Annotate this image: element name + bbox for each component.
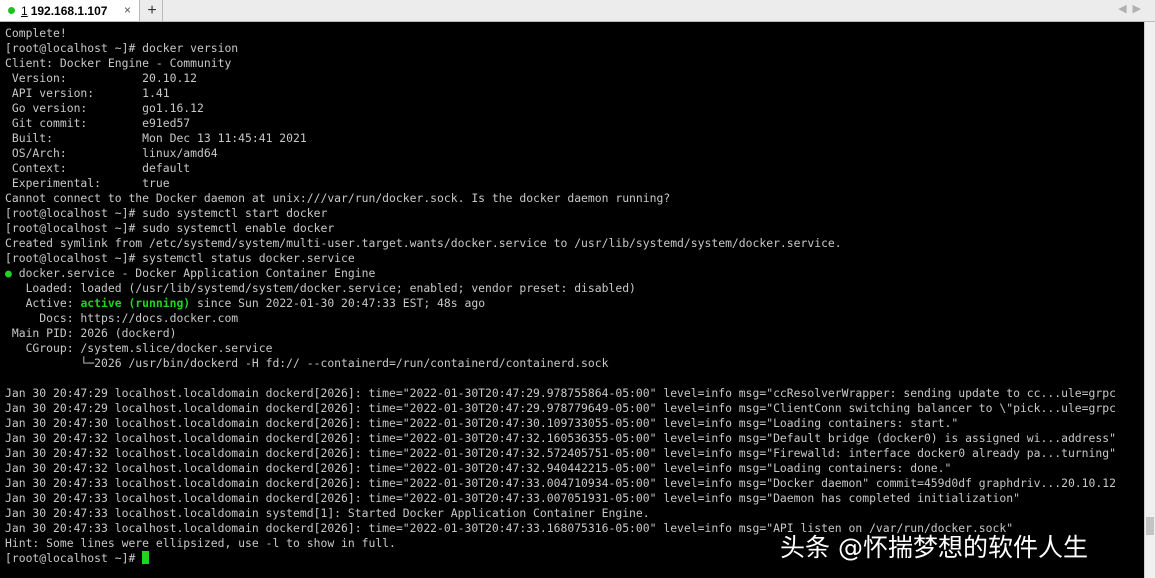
connected-status-icon bbox=[8, 7, 15, 14]
journal-log-line: Jan 30 20:47:33 localhost.localdomain do… bbox=[5, 491, 1020, 505]
terminal-scrollbar[interactable] bbox=[1144, 22, 1155, 578]
active-since: since Sun 2022-01-30 20:47:33 EST; 48s a… bbox=[190, 296, 486, 310]
journal-log-line: Jan 30 20:47:33 localhost.localdomain sy… bbox=[5, 506, 650, 520]
status-main-pid-line: Main PID: 2026 (dockerd) bbox=[5, 326, 177, 340]
journal-log-line: Jan 30 20:47:30 localhost.localdomain do… bbox=[5, 416, 959, 430]
scrollbar-thumb[interactable] bbox=[1146, 517, 1154, 535]
terminal-line: Built: Mon Dec 13 11:45:41 2021 bbox=[5, 131, 307, 145]
journal-log-line: Jan 30 20:47:32 localhost.localdomain do… bbox=[5, 431, 1116, 445]
status-service-line: ● docker.service - Docker Application Co… bbox=[5, 266, 1143, 281]
status-cgroup-line: CGroup: /system.slice/docker.service bbox=[5, 341, 273, 355]
tab-scroll-arrows[interactable]: ◀▶ bbox=[1118, 2, 1147, 15]
terminal-cursor bbox=[142, 551, 150, 564]
tab-session[interactable]: 1 192.168.1.107 × bbox=[0, 0, 140, 21]
new-tab-button[interactable]: + bbox=[142, 0, 163, 21]
service-name: docker.service - Docker Application Cont… bbox=[11, 266, 376, 280]
terminal-line: [root@localhost ~]# systemctl status doc… bbox=[5, 251, 355, 265]
terminal-line: Complete! bbox=[5, 26, 67, 40]
tab-title: 192.168.1.107 bbox=[30, 3, 108, 18]
terminal-line: Go version: go1.16.12 bbox=[5, 101, 204, 115]
terminal-line: [root@localhost ~]# docker version bbox=[5, 41, 239, 55]
terminal-line: API version: 1.41 bbox=[5, 86, 170, 100]
terminal-line: [root@localhost ~]# sudo systemctl start… bbox=[5, 206, 328, 220]
chevron-right-icon[interactable]: ▶ bbox=[1133, 3, 1147, 15]
terminal-line: Context: default bbox=[5, 161, 191, 175]
prompt-text: [root@localhost ~]# bbox=[5, 551, 143, 565]
status-loaded-line: Loaded: loaded (/usr/lib/systemd/system/… bbox=[5, 281, 636, 295]
terminal-line: OS/Arch: linux/amd64 bbox=[5, 146, 218, 160]
tab-bar: 1 192.168.1.107 × + ◀▶ bbox=[0, 0, 1155, 22]
status-active-line: Active: active (running) since Sun 2022-… bbox=[5, 296, 1143, 311]
watermark-text: 头条 @怀揣梦想的软件人生 bbox=[780, 533, 1088, 562]
active-state: active (running) bbox=[80, 296, 191, 310]
close-tab-icon[interactable]: × bbox=[124, 3, 131, 17]
terminal-line: Git commit: e91ed57 bbox=[5, 116, 191, 130]
status-bullet-icon: ● bbox=[5, 266, 12, 280]
terminal-lines: Complete! [root@localhost ~]# docker vers… bbox=[5, 26, 1143, 566]
tab-number: 1 bbox=[21, 3, 28, 18]
journal-log-line: Jan 30 20:47:33 localhost.localdomain do… bbox=[5, 476, 1116, 490]
terminal-line: Cannot connect to the Docker daemon at u… bbox=[5, 191, 671, 205]
terminal-line: Client: Docker Engine - Community bbox=[5, 56, 232, 70]
terminal-line: [root@localhost ~]# sudo systemctl enabl… bbox=[5, 221, 335, 235]
journal-log-line: Jan 30 20:47:29 localhost.localdomain do… bbox=[5, 401, 1116, 415]
active-label: Active: bbox=[5, 296, 81, 310]
terminal-output[interactable]: Complete! [root@localhost ~]# docker vers… bbox=[0, 22, 1145, 578]
journal-log-line: Jan 30 20:47:32 localhost.localdomain do… bbox=[5, 461, 952, 475]
chevron-left-icon[interactable]: ◀ bbox=[1118, 3, 1132, 15]
status-cgroup-child-line: └─2026 /usr/bin/dockerd -H fd:// --conta… bbox=[5, 356, 609, 370]
terminal-line: Version: 20.10.12 bbox=[5, 71, 198, 85]
journal-log-line: Jan 30 20:47:29 localhost.localdomain do… bbox=[5, 386, 1116, 400]
journal-log-line: Jan 30 20:47:32 localhost.localdomain do… bbox=[5, 446, 1116, 460]
status-docs-line: Docs: https://docs.docker.com bbox=[5, 311, 239, 325]
terminal-line: Experimental: true bbox=[5, 176, 170, 190]
terminal-line: Created symlink from /etc/systemd/system… bbox=[5, 236, 842, 250]
